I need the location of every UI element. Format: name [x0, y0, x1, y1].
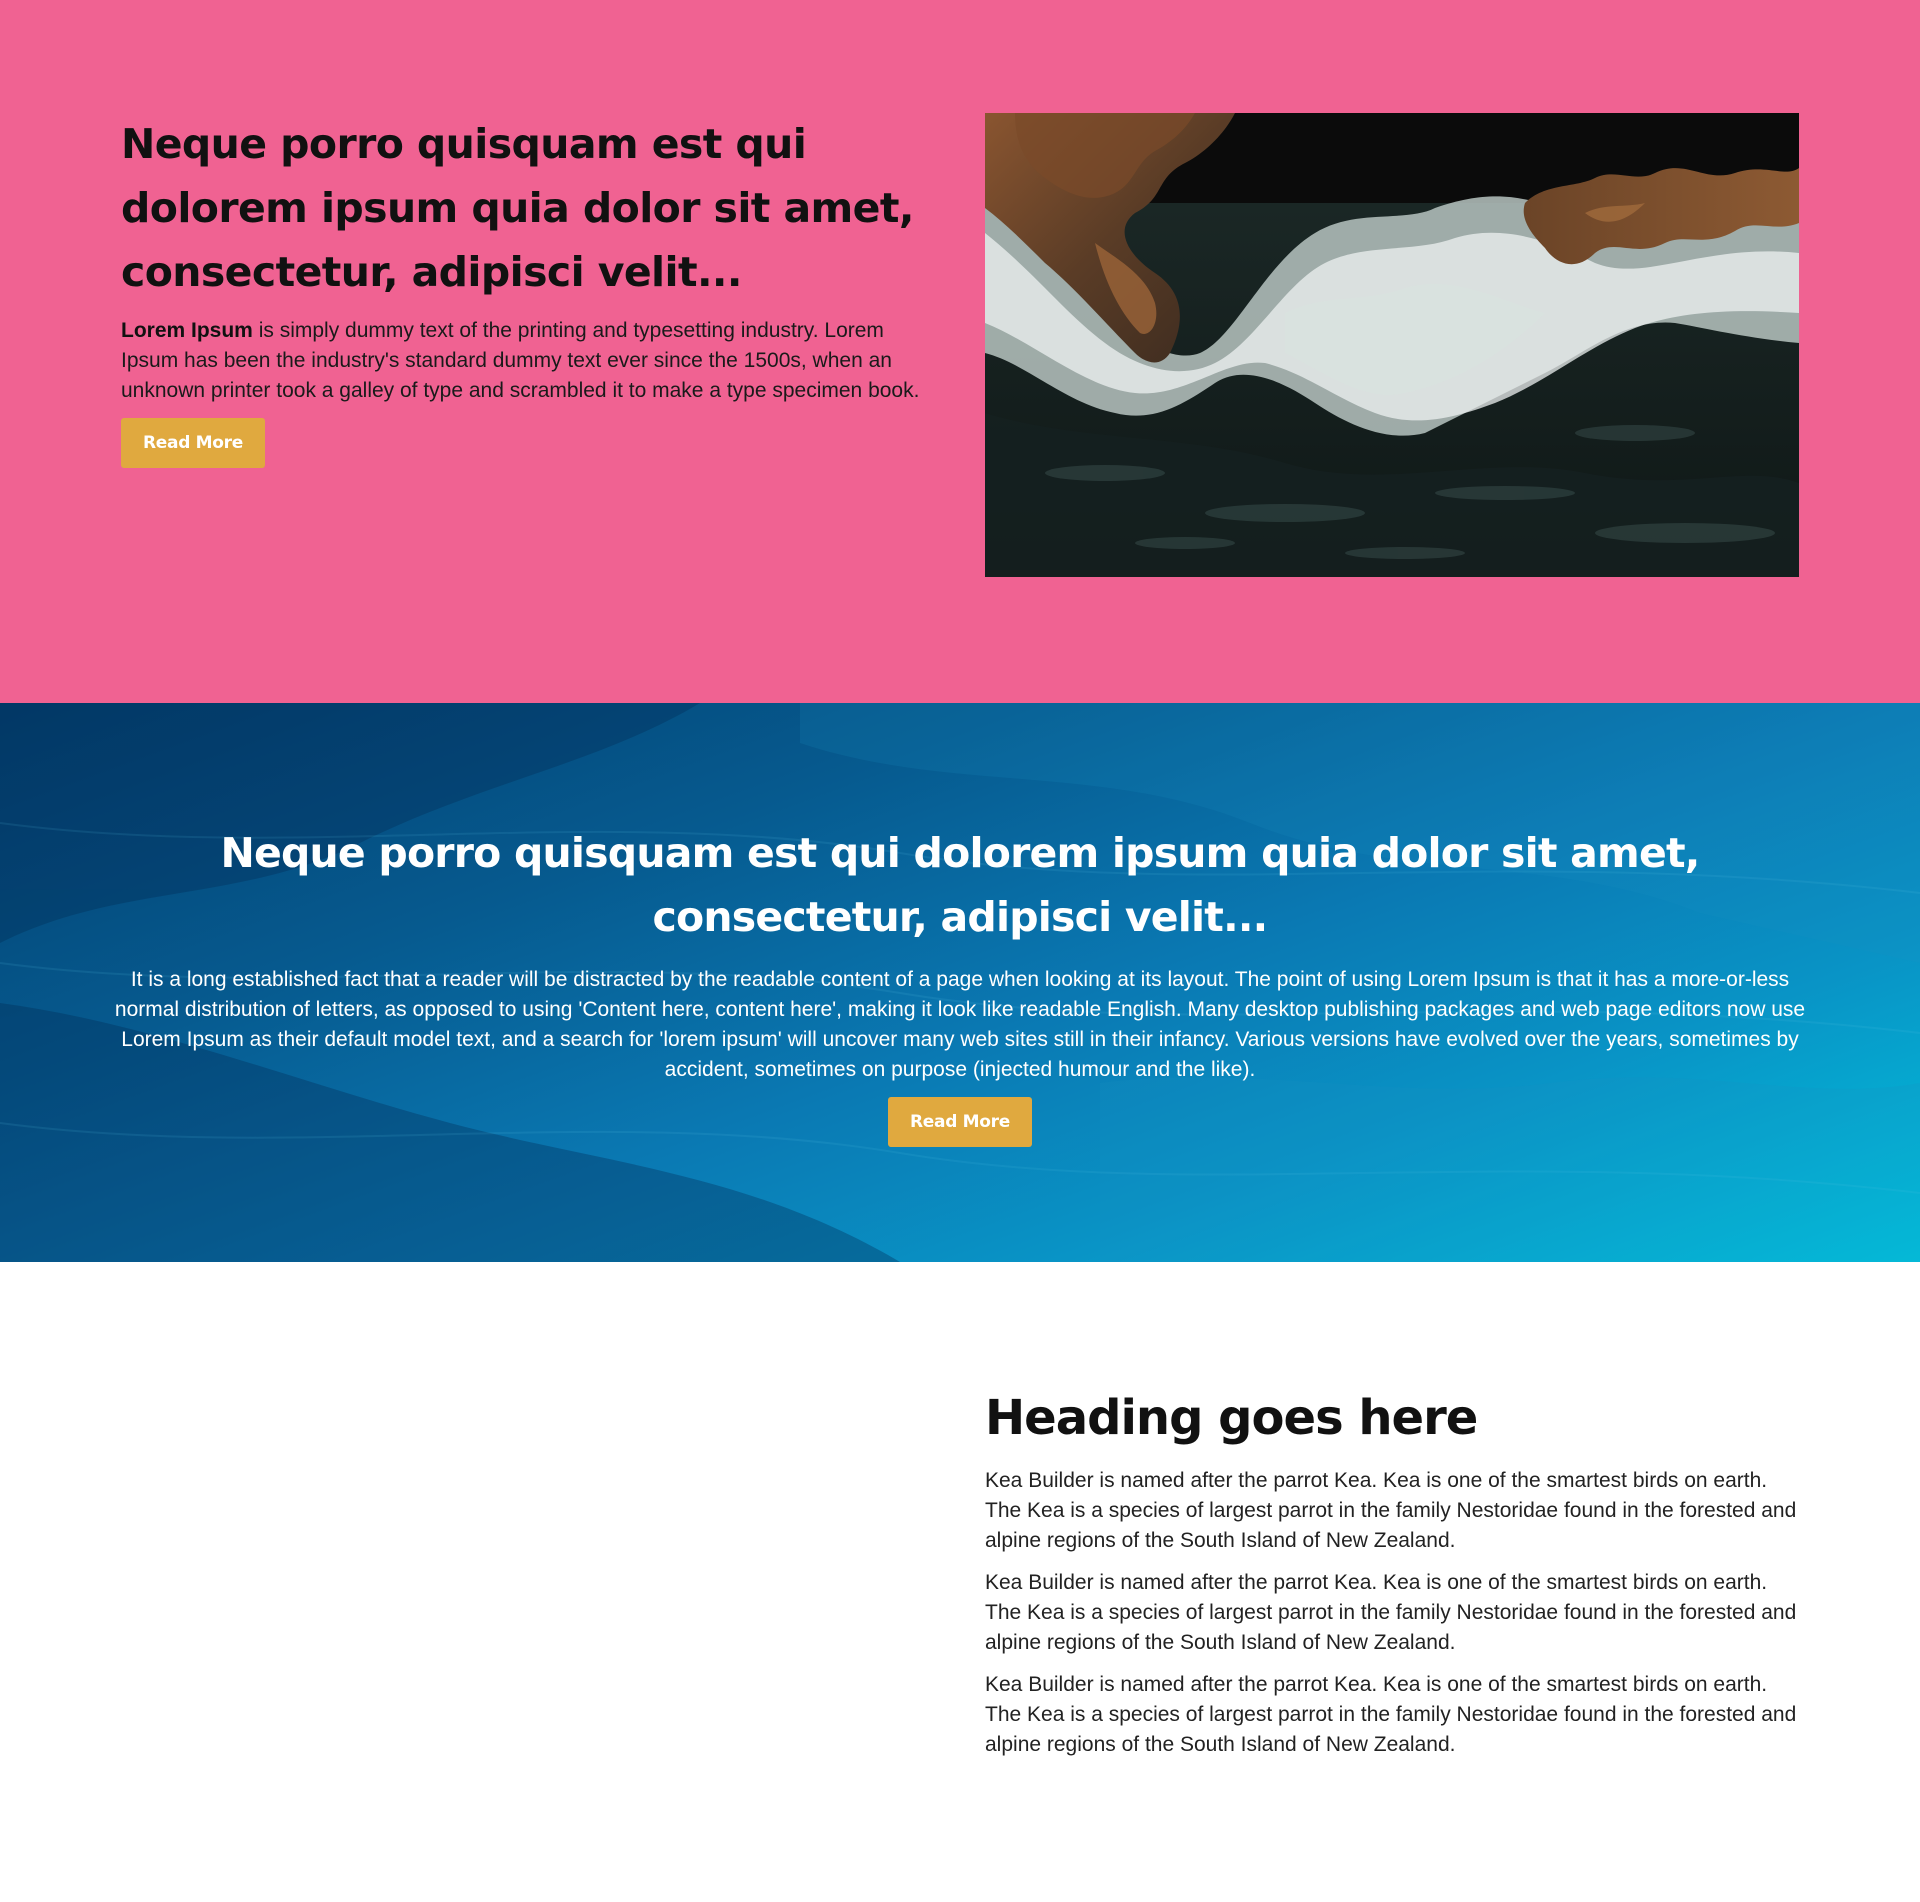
- hero-read-more-button[interactable]: Read More: [121, 418, 265, 468]
- content-paragraph: Kea Builder is named after the parrot Ke…: [985, 1571, 1797, 1654]
- content-paragraph: Kea Builder is named after the parrot Ke…: [985, 1469, 1797, 1552]
- content-text-block: Heading goes here Kea Builder is named a…: [985, 1386, 1805, 1760]
- ocean-content-block: Neque porro quisquam est qui dolorem ips…: [110, 821, 1810, 1147]
- ocean-description: It is a long established fact that a rea…: [114, 968, 1806, 1081]
- ocean-read-more-button[interactable]: Read More: [888, 1097, 1032, 1147]
- hero-description: Lorem Ipsum is simply dummy text of the …: [121, 316, 921, 406]
- hero-section: Neque porro quisquam est qui dolorem ips…: [0, 0, 1920, 703]
- hero-title: Neque porro quisquam est qui dolorem ips…: [121, 120, 914, 296]
- content-paragraph: Kea Builder is named after the parrot Ke…: [985, 1673, 1797, 1756]
- content-section: Heading goes here Kea Builder is named a…: [0, 1262, 1920, 1902]
- ocean-banner-section: Neque porro quisquam est qui dolorem ips…: [0, 703, 1920, 1262]
- hero-coastline-image: [985, 113, 1799, 577]
- ocean-title: Neque porro quisquam est qui dolorem ips…: [220, 829, 1700, 941]
- hero-description-bold: Lorem Ipsum: [121, 319, 253, 342]
- hero-text-block: Neque porro quisquam est qui dolorem ips…: [121, 112, 921, 468]
- coastline-photo: [985, 113, 1799, 577]
- content-heading: Heading goes here: [985, 1390, 1478, 1446]
